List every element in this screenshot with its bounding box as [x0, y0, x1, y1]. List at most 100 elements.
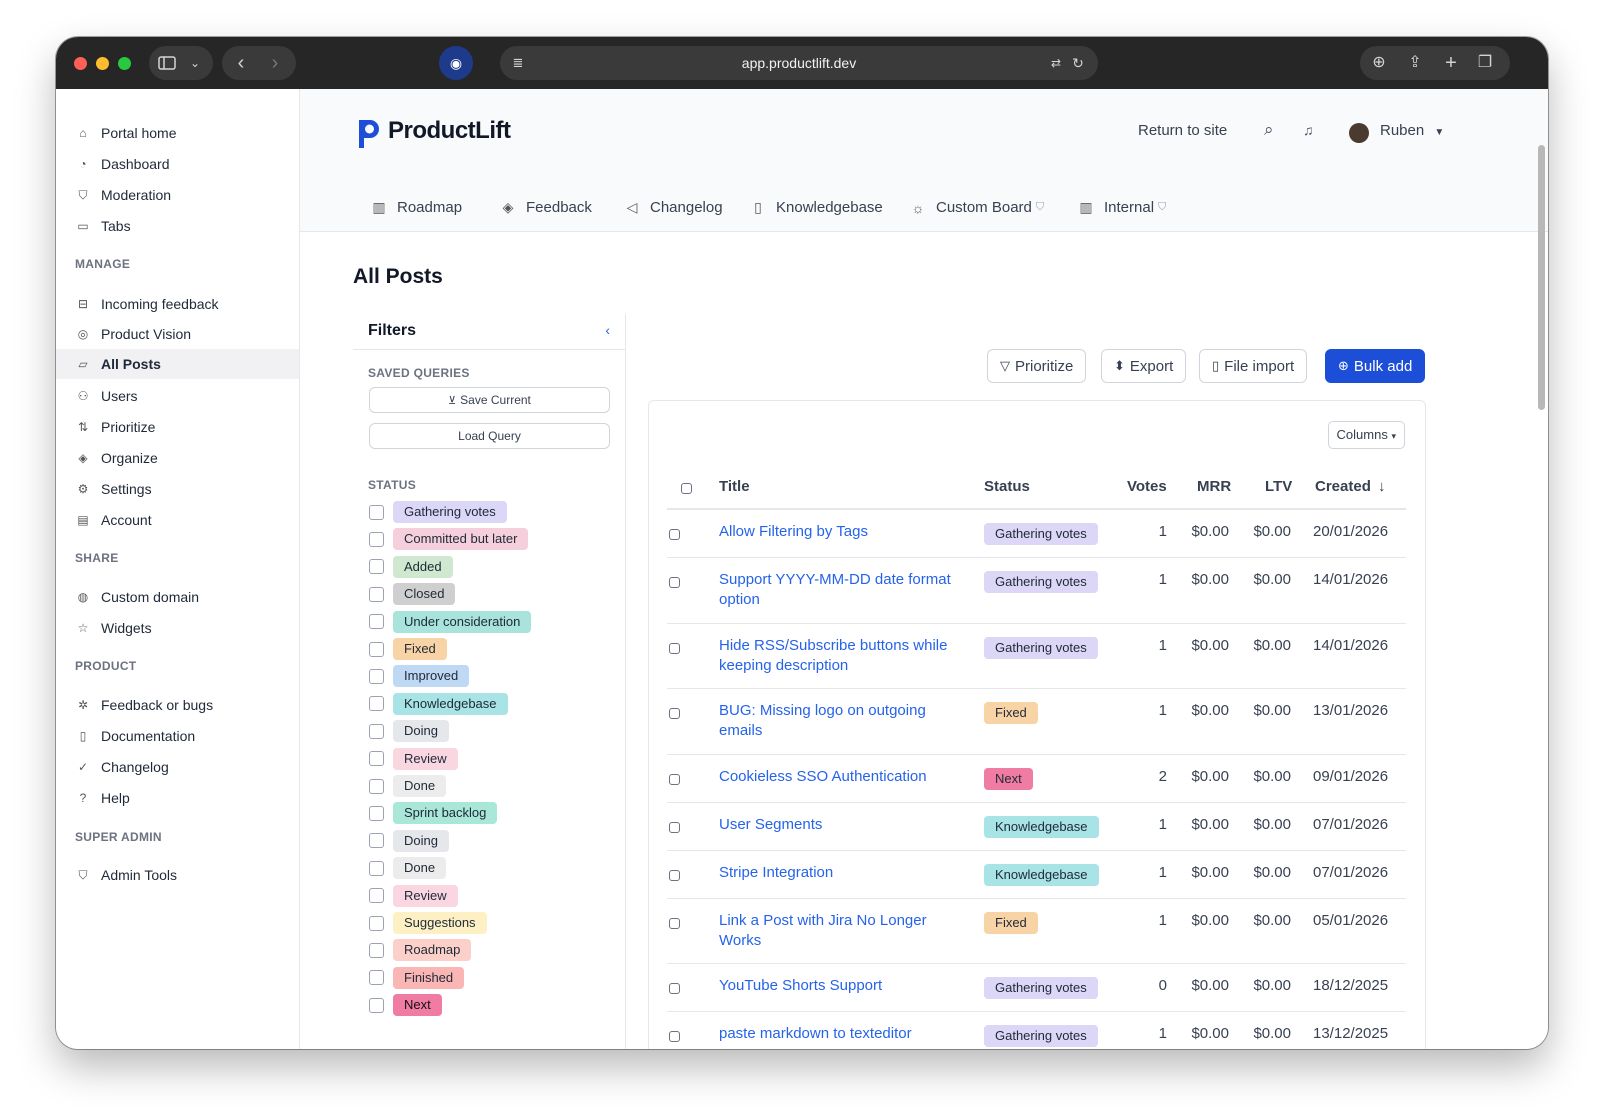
- post-title-link[interactable]: Hide RSS/Subscribe buttons while keeping…: [719, 636, 967, 676]
- tab-changelog[interactable]: ◁ Changelog: [623, 199, 723, 216]
- status-filter-option[interactable]: Committed but later: [369, 527, 529, 551]
- status-filter-option[interactable]: Doing: [369, 829, 449, 853]
- translate-icon[interactable]: ⇄: [1046, 46, 1066, 80]
- table-row[interactable]: Hide RSS/Subscribe buttons while keeping…: [667, 624, 1406, 689]
- status-filter-option[interactable]: Under consideration: [369, 610, 532, 634]
- post-title-link[interactable]: YouTube Shorts Support: [719, 976, 967, 996]
- sidebar-item-account[interactable]: ▤ Account: [56, 505, 299, 535]
- column-header-created[interactable]: Created ↓: [1315, 478, 1386, 495]
- column-header-ltv[interactable]: LTV: [1265, 478, 1292, 495]
- status-filter-option[interactable]: Doing: [369, 719, 449, 743]
- brand-name[interactable]: ProductLift: [388, 117, 511, 145]
- sidebar-item-settings[interactable]: ⚙ Settings: [56, 474, 299, 504]
- status-checkbox[interactable]: [369, 559, 384, 575]
- status-filter-option[interactable]: Review: [369, 884, 458, 908]
- status-checkbox[interactable]: [369, 915, 384, 931]
- sidebar-item-widgets[interactable]: ☆ Widgets: [56, 613, 299, 643]
- status-checkbox[interactable]: [369, 860, 384, 876]
- row-checkbox[interactable]: [669, 577, 680, 588]
- column-header-status[interactable]: Status: [984, 478, 1030, 495]
- address-bar[interactable]: ≣ app.productlift.dev ⇄ ↻: [500, 46, 1098, 80]
- post-title-link[interactable]: Link a Post with Jira No Longer Works: [719, 911, 967, 951]
- sidebar-item-feedback-or-bugs[interactable]: ✲ Feedback or bugs: [56, 690, 299, 720]
- file-import-button[interactable]: ▯ File import: [1199, 349, 1308, 383]
- row-checkbox[interactable]: [669, 983, 680, 994]
- bulk-add-button[interactable]: ⊕ Bulk add: [1325, 349, 1426, 383]
- row-checkbox[interactable]: [669, 821, 680, 833]
- sidebar-item-documentation[interactable]: ▯ Documentation: [56, 721, 299, 751]
- status-checkbox[interactable]: [369, 997, 384, 1013]
- status-checkbox[interactable]: [369, 888, 384, 904]
- sidebar-item-admin-tools[interactable]: ⛉ Admin Tools: [56, 860, 299, 890]
- status-filter-option[interactable]: Suggestions: [369, 911, 487, 935]
- status-filter-option[interactable]: Closed: [369, 582, 456, 606]
- avatar[interactable]: [1349, 123, 1369, 143]
- sidebar-toggle-button[interactable]: ⌄: [149, 46, 213, 80]
- sidebar-item-prioritize[interactable]: ⇅ Prioritize: [56, 412, 299, 442]
- sidebar-item-organize[interactable]: ◈ Organize: [56, 443, 299, 473]
- row-checkbox[interactable]: [669, 869, 680, 881]
- status-filter-option[interactable]: Improved: [369, 664, 470, 688]
- status-filter-option[interactable]: Done: [369, 856, 447, 880]
- tab-roadmap[interactable]: ▥ Roadmap: [370, 199, 462, 216]
- sidebar-item-users[interactable]: ⚇ Users: [56, 381, 299, 411]
- search-icon[interactable]: ⌕: [1264, 120, 1274, 140]
- status-checkbox[interactable]: [369, 504, 384, 520]
- sidebar-item-help[interactable]: ? Help: [56, 783, 299, 813]
- post-title-link[interactable]: paste markdown to texteditor: [719, 1024, 967, 1044]
- row-checkbox[interactable]: [669, 917, 680, 929]
- sidebar-item-portal-home[interactable]: ⌂ Portal home: [56, 118, 299, 148]
- sidebar-item-incoming-feedback[interactable]: ⊟ Incoming feedback: [56, 289, 299, 319]
- tab-feedback[interactable]: ◈ Feedback: [499, 199, 592, 216]
- status-checkbox[interactable]: [369, 586, 384, 602]
- row-checkbox[interactable]: [669, 1031, 680, 1042]
- post-title-link[interactable]: User Segments: [719, 815, 967, 835]
- status-filter-option[interactable]: Fixed: [369, 637, 447, 661]
- return-to-site-link[interactable]: Return to site: [1138, 122, 1227, 139]
- reload-icon[interactable]: ↻: [1068, 46, 1088, 80]
- status-checkbox[interactable]: [369, 833, 384, 849]
- tab-knowledgebase[interactable]: ▯ Knowledgebase: [749, 199, 883, 216]
- status-checkbox[interactable]: [369, 942, 384, 958]
- table-row[interactable]: User Segments Knowledgebase 1 $0.00 $0.00 07/…: [667, 803, 1406, 851]
- status-checkbox[interactable]: [369, 970, 384, 986]
- status-checkbox[interactable]: [369, 531, 384, 547]
- select-all-checkbox[interactable]: [681, 483, 692, 494]
- status-checkbox[interactable]: [369, 696, 384, 712]
- status-checkbox[interactable]: [369, 751, 384, 767]
- sidebar-item-all-posts[interactable]: ▱ All Posts: [56, 349, 299, 379]
- table-row[interactable]: Support YYYY-MM-DD date format option Gat…: [667, 558, 1406, 624]
- table-row[interactable]: paste markdown to texteditor Gathering vo…: [667, 1012, 1406, 1049]
- table-row[interactable]: Stripe Integration Knowledgebase 1 $0.00 $0.…: [667, 851, 1406, 899]
- post-title-link[interactable]: Stripe Integration: [719, 863, 967, 883]
- back-button[interactable]: ‹: [230, 46, 252, 80]
- downloads-icon[interactable]: ⊕: [1366, 46, 1392, 80]
- sidebar-item-changelog[interactable]: ✓ Changelog: [56, 752, 299, 782]
- status-checkbox[interactable]: [369, 641, 384, 657]
- table-row[interactable]: Cookieless SSO Authentication Next 2 $0.00 $…: [667, 755, 1406, 803]
- row-checkbox[interactable]: [669, 708, 680, 719]
- table-row[interactable]: YouTube Shorts Support Gathering votes 0 $0…: [667, 964, 1406, 1012]
- collapse-filters-chevron-icon[interactable]: ‹: [605, 322, 610, 338]
- prioritize-button[interactable]: ▽ Prioritize: [987, 349, 1087, 383]
- sidebar-item-dashboard[interactable]: ◔ Dashboard: [56, 149, 299, 179]
- status-filter-option[interactable]: Added: [369, 555, 453, 579]
- new-tab-icon[interactable]: +: [1438, 46, 1464, 80]
- sidebar-item-product-vision[interactable]: ◎ Product Vision: [56, 319, 299, 349]
- save-current-query-button[interactable]: ⊻ Save Current: [369, 387, 610, 413]
- export-button[interactable]: ⬍ Export: [1101, 349, 1187, 383]
- page-scrollbar[interactable]: [1538, 145, 1545, 410]
- close-window-button[interactable]: [74, 57, 87, 70]
- status-checkbox[interactable]: [369, 614, 384, 630]
- row-checkbox[interactable]: [669, 529, 680, 540]
- column-header-votes[interactable]: Votes: [1127, 478, 1167, 495]
- post-title-link[interactable]: Allow Filtering by Tags: [719, 522, 967, 542]
- table-row[interactable]: BUG: Missing logo on outgoing emails Fixe…: [667, 689, 1406, 755]
- forward-button[interactable]: ›: [264, 46, 286, 80]
- productlift-logo-icon[interactable]: [355, 116, 383, 150]
- load-query-button[interactable]: Load Query: [369, 423, 610, 449]
- table-row[interactable]: Link a Post with Jira No Longer Works Fix…: [667, 899, 1406, 964]
- status-filter-option[interactable]: Next: [369, 993, 442, 1017]
- status-filter-option[interactable]: Gathering votes: [369, 500, 507, 524]
- columns-button[interactable]: Columns ▾: [1327, 421, 1405, 449]
